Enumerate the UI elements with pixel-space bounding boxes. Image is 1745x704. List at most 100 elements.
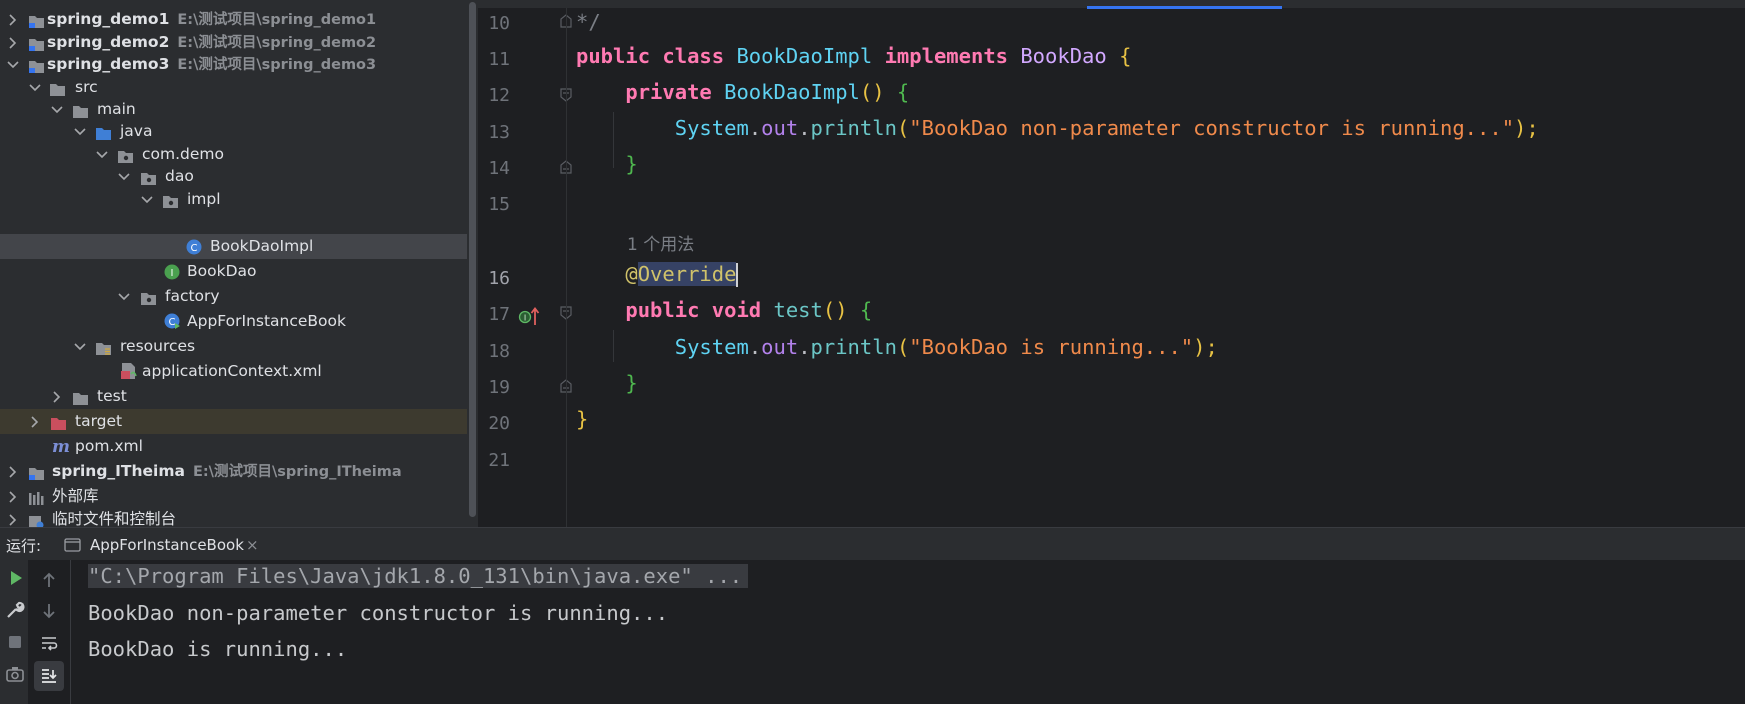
module-folder-icon [28, 57, 44, 73]
tree-item-label: BookDaoImpl [210, 237, 314, 255]
editor-gutter: 10 11 12 13 14 15 16 17 18 19 20 21 I [478, 8, 572, 527]
chevron-down-icon[interactable] [140, 187, 153, 212]
runnable-class-icon: C [164, 313, 180, 329]
tree-item-bookdaoimpl[interactable]: C BookDaoImpl [0, 234, 467, 259]
scroll-to-end-icon [42, 669, 57, 683]
svg-text:I: I [524, 314, 526, 323]
tree-item-label: test [97, 387, 127, 405]
tree-item-java[interactable]: java [0, 119, 467, 144]
line-number: 20 [488, 413, 510, 434]
tree-item-factory[interactable]: factory [0, 284, 467, 309]
tree-item-applicationcontext-xml[interactable]: applicationContext.xml [0, 359, 467, 384]
console-output-line: BookDao is running... [88, 637, 348, 661]
camera-icon[interactable] [5, 664, 25, 684]
tree-item-spring-itheima[interactable]: spring_ITheima E:\测试项目\spring_ITheima [0, 459, 467, 484]
tree-item-spring-demo1[interactable]: spring_demo1 E:\测试项目\spring_demo1 [0, 7, 467, 32]
run-console-output[interactable]: "C:\Program Files\Java\jdk1.8.0_131\bin\… [71, 560, 1745, 704]
tree-item-scratches[interactable]: 临时文件和控制台 [0, 507, 467, 527]
tree-item-bookdao[interactable]: I BookDao [0, 259, 467, 284]
folder-icon [72, 102, 88, 118]
chevron-down-icon[interactable] [117, 164, 130, 189]
tree-item-appforinstancebook[interactable]: C AppForInstanceBook [0, 309, 467, 334]
line-number: 17 [488, 304, 510, 325]
package-icon [117, 147, 133, 163]
source-folder-icon [95, 124, 111, 140]
code-line-10: */ [576, 10, 601, 34]
code-line-12: private BookDaoImpl() { [625, 80, 910, 104]
console-command-line[interactable]: "C:\Program Files\Java\jdk1.8.0_131\bin\… [88, 564, 749, 588]
run-secondary-toolbar [28, 560, 71, 704]
text-caret [736, 263, 739, 287]
chevron-down-icon[interactable] [73, 119, 86, 144]
line-number: 18 [488, 341, 510, 362]
editor-tab-strip [478, 0, 1745, 9]
run-toolbar [0, 560, 28, 704]
chevron-right-icon[interactable] [50, 384, 62, 409]
line-number: 12 [488, 85, 510, 106]
tree-item-dao[interactable]: dao [0, 164, 467, 189]
package-icon [140, 289, 156, 305]
line-number: 15 [488, 194, 510, 215]
tree-item-resources[interactable]: resources [0, 334, 467, 359]
svg-text:I: I [171, 268, 174, 279]
chevron-right-icon[interactable] [6, 459, 18, 484]
chevron-right-icon[interactable] [28, 409, 40, 434]
module-folder-icon [28, 12, 44, 28]
run-tab-appforinstancebook[interactable]: AppForInstanceBook × [60, 531, 280, 559]
arrow-down-icon[interactable] [39, 601, 59, 621]
chevron-right-icon[interactable] [6, 7, 18, 32]
chevron-down-icon[interactable] [6, 52, 19, 77]
tree-item-label: spring_ITheima E:\测试项目\spring_ITheima [52, 462, 402, 480]
usage-hint[interactable]: 1 个用法 [627, 230, 694, 255]
line-number: 14 [488, 158, 510, 179]
chevron-right-icon[interactable] [6, 507, 18, 527]
tree-item-impl[interactable]: impl [0, 187, 467, 212]
tree-item-pom-xml[interactable]: m pom.xml [0, 434, 467, 459]
interface-icon: I [164, 263, 180, 280]
run-panel-label: 运行: [6, 537, 42, 555]
tree-item-test[interactable]: test [0, 384, 467, 409]
tree-scrollbar[interactable] [467, 0, 478, 527]
tree-item-label: 临时文件和控制台 [52, 510, 177, 527]
run-panel-header: 运行: AppForInstanceBook × [0, 527, 1745, 561]
soft-wrap-icon[interactable] [39, 633, 59, 653]
tree-scrollbar-thumb[interactable] [469, 2, 476, 517]
console-output-line: BookDao non-parameter constructor is run… [88, 601, 669, 625]
code-line-19: } [625, 371, 638, 395]
chevron-down-icon[interactable] [117, 284, 130, 309]
scratches-icon [28, 512, 44, 527]
run-tab-label: AppForInstanceBook [90, 536, 244, 554]
close-icon[interactable]: × [246, 531, 259, 559]
folder-icon [72, 389, 88, 405]
line-number: 10 [488, 13, 510, 34]
scroll-to-end-button[interactable] [34, 661, 64, 691]
rerun-icon[interactable] [6, 568, 26, 588]
code-line-14: } [625, 152, 638, 176]
tree-item-label: 外部库 [52, 487, 99, 505]
arrow-up-icon[interactable] [39, 570, 59, 590]
tree-item-label: java [120, 122, 153, 140]
tree-item-label: applicationContext.xml [142, 362, 322, 380]
module-folder-icon [28, 464, 44, 480]
tree-item-spring-demo3[interactable]: spring_demo3 E:\测试项目\spring_demo3 [0, 52, 467, 77]
chevron-down-icon[interactable] [73, 334, 86, 359]
line-number-current: 16 [488, 268, 510, 289]
tree-item-target[interactable]: target [0, 409, 467, 434]
tree-item-external-libraries[interactable]: 外部库 [0, 484, 467, 509]
folder-icon [49, 80, 65, 96]
svg-text:C: C [191, 243, 198, 254]
code-editor[interactable]: 10 11 12 13 14 15 16 17 18 19 20 21 I */… [478, 0, 1745, 527]
run-config-icon [64, 538, 81, 552]
wrench-icon[interactable] [5, 600, 25, 620]
tree-item-label: dao [165, 167, 194, 185]
package-icon [162, 192, 178, 208]
active-tab-indicator [1087, 6, 1282, 9]
stop-icon[interactable] [5, 632, 25, 652]
tree-item-label: resources [120, 337, 196, 355]
class-icon: C [186, 238, 202, 255]
module-folder-icon [28, 35, 44, 51]
chevron-right-icon[interactable] [6, 484, 18, 509]
tree-item-label: BookDao [187, 262, 257, 280]
code-line-16: @Override [625, 262, 739, 287]
implements-method-icon[interactable]: I [518, 305, 540, 327]
